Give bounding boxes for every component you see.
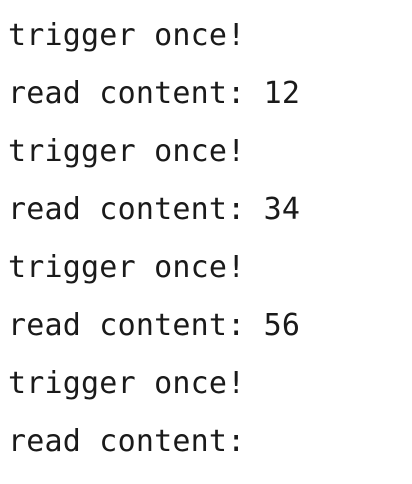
console-line: trigger once!: [8, 250, 246, 285]
console-line: trigger once!: [8, 134, 246, 169]
console-line: read content: 12: [8, 76, 301, 111]
console-output: trigger once! read content: 12 trigger o…: [0, 0, 412, 484]
console-line: read content: 34: [8, 192, 301, 227]
console-line: read content: 56: [8, 308, 301, 343]
console-line: trigger once!: [8, 18, 246, 53]
console-line: read content:: [8, 424, 246, 459]
console-line: trigger once!: [8, 366, 246, 401]
